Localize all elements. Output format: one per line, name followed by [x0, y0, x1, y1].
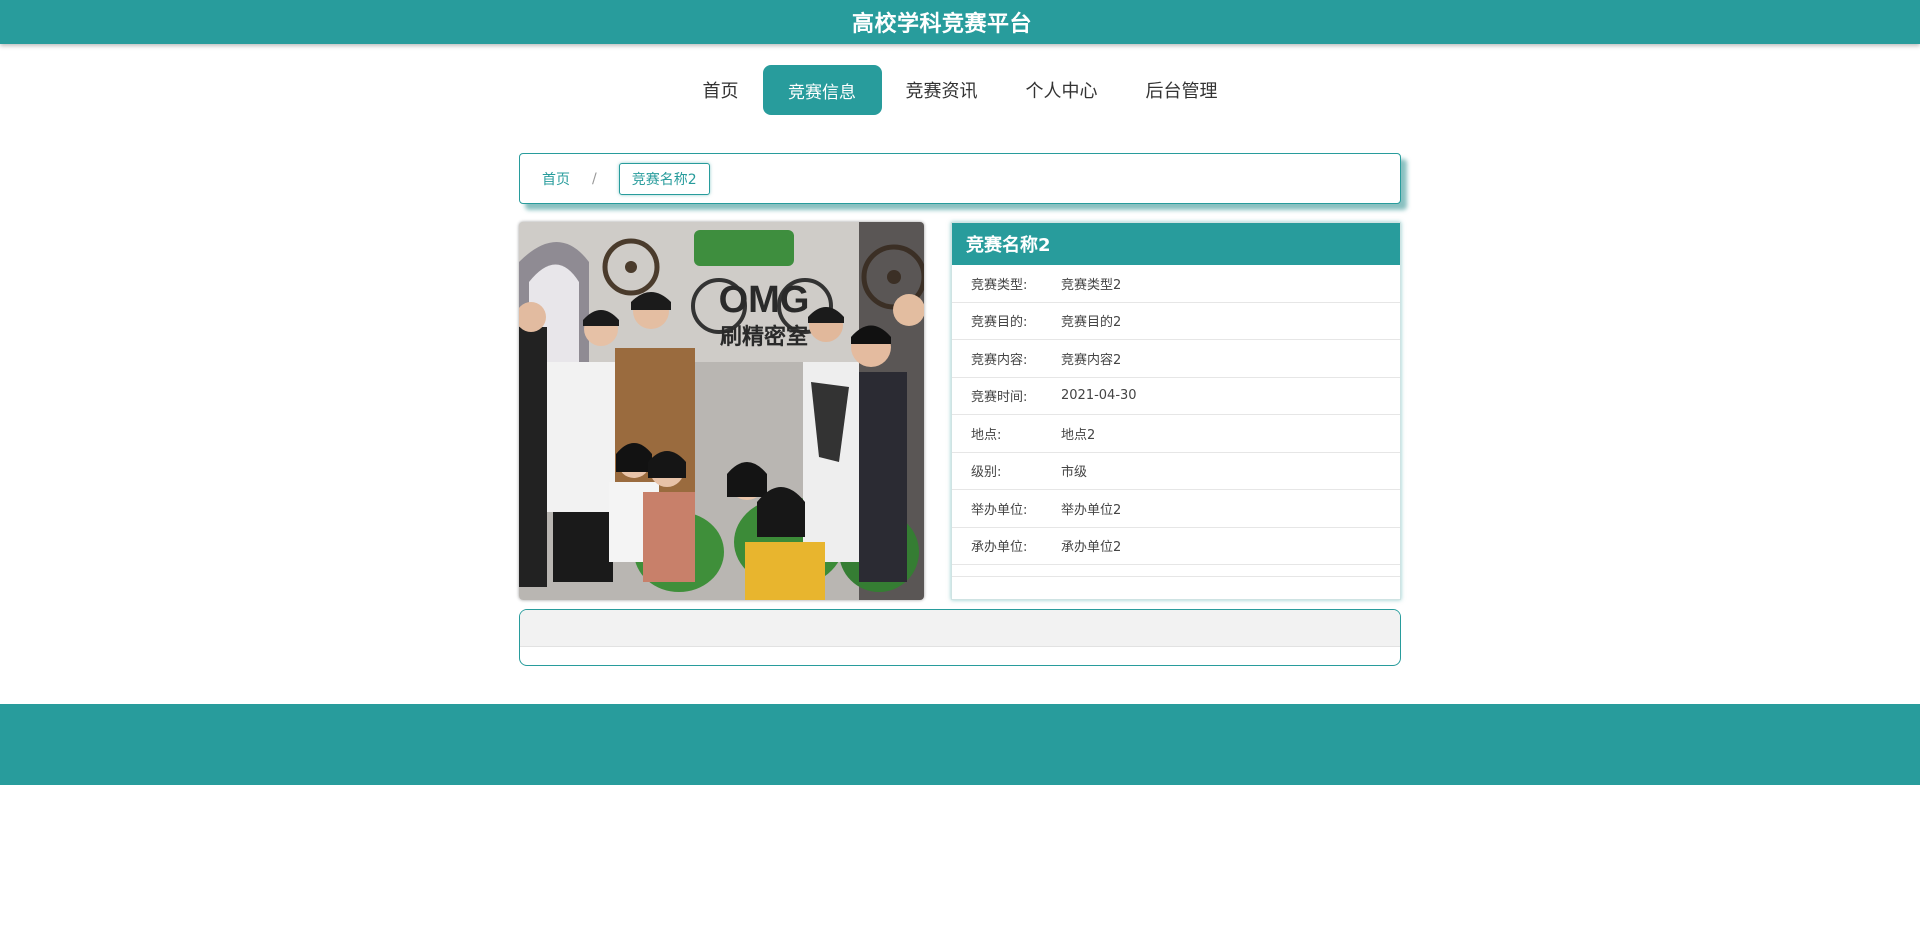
competition-photo: OMG 刷精密室 [519, 222, 924, 600]
sign-text: OMG [719, 279, 810, 321]
nav-item-admin[interactable]: 后台管理 [1122, 65, 1242, 115]
info-label: 承办单位: [971, 540, 1028, 556]
nav-item-home[interactable]: 首页 [679, 65, 763, 115]
site-title: 高校学科竞赛平台 [851, 12, 1032, 37]
info-label: 竞赛时间: [971, 390, 1028, 406]
info-value: 2021-04-30 [1061, 388, 1137, 404]
info-row-host: 承办单位: 承办单位2 [952, 528, 1400, 565]
info-row-empty [952, 565, 1400, 577]
top-bar: 高校学科竞赛平台 [0, 0, 1920, 44]
info-label: 地点: [971, 427, 1002, 443]
info-row-level: 级别: 市级 [952, 453, 1400, 490]
info-row-time: 竞赛时间: 2021-04-30 [952, 378, 1400, 415]
info-value: 地点2 [1061, 427, 1096, 443]
info-value: 市级 [1061, 465, 1088, 481]
info-row-purpose: 竞赛目的: 竞赛目的2 [952, 303, 1400, 340]
footer [0, 704, 1920, 785]
info-value: 承办单位2 [1061, 540, 1122, 556]
sign-subtext: 刷精密室 [720, 324, 808, 350]
info-row-content: 竞赛内容: 竞赛内容2 [952, 340, 1400, 378]
detail-section-header [520, 610, 1400, 647]
info-row-type: 竞赛类型: 竞赛类型2 [952, 265, 1400, 303]
nav-item-competition-info[interactable]: 竞赛信息 [762, 65, 882, 115]
breadcrumb: 首页 / 竞赛名称2 [519, 153, 1401, 204]
info-value: 举办单位2 [1061, 502, 1122, 518]
info-row-organizer: 举办单位: 举办单位2 [952, 490, 1400, 528]
main-nav: 首页 竞赛信息 竞赛资讯 个人中心 后台管理 [0, 64, 1920, 116]
breadcrumb-current[interactable]: 竞赛名称2 [618, 162, 710, 195]
info-value: 竞赛类型2 [1061, 277, 1122, 293]
breadcrumb-home-link[interactable]: 首页 [542, 169, 570, 189]
info-label: 竞赛目的: [971, 315, 1028, 331]
info-row-location: 地点: 地点2 [952, 415, 1400, 453]
nav-item-competition-news[interactable]: 竞赛资讯 [882, 65, 1002, 115]
info-value: 竞赛内容2 [1061, 352, 1122, 368]
nav-item-personal-center[interactable]: 个人中心 [1002, 65, 1122, 115]
breadcrumb-separator: / [592, 170, 597, 187]
detail-section [519, 609, 1401, 666]
info-label: 竞赛内容: [971, 352, 1028, 368]
info-value: 竞赛目的2 [1061, 315, 1122, 331]
competition-info-panel: 竞赛名称2 竞赛类型: 竞赛类型2 竞赛目的: 竞赛目的2 竞赛内容: 竞赛内容… [951, 222, 1401, 600]
info-label: 级别: [971, 465, 1002, 481]
competition-name: 竞赛名称2 [952, 223, 1400, 265]
info-label: 竞赛类型: [971, 277, 1028, 293]
info-label: 举办单位: [971, 502, 1028, 518]
